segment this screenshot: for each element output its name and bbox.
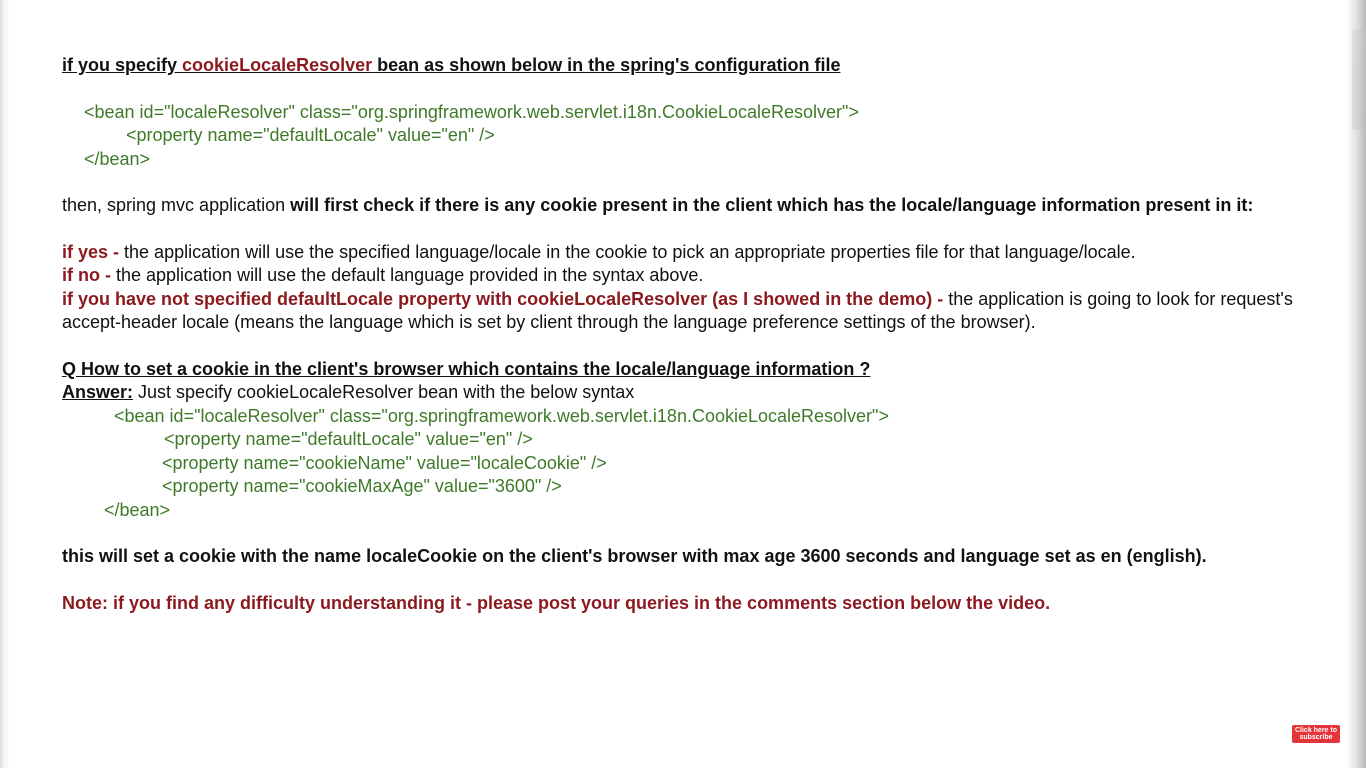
answer-label: Answer: — [62, 382, 134, 402]
heading-post: bean as shown below in the spring's conf… — [372, 55, 841, 75]
result-paragraph: this will set a cookie with the name loc… — [62, 546, 1207, 566]
code-line: <property name="defaultLocale" value="en… — [126, 125, 495, 145]
code-line: </bean> — [104, 499, 171, 520]
intro-plain: then, spring mvc application — [62, 195, 291, 215]
edge-shadow — [1352, 30, 1366, 130]
question-heading: Q How to set a cookie in the client's br… — [62, 358, 871, 379]
subscribe-line1: Click here to — [1294, 727, 1337, 734]
if-no-line: if no - the application will use the def… — [62, 264, 1302, 288]
answer-line: Answer: Just specify cookieLocaleResolve… — [62, 381, 1302, 405]
no-default-label: if you have not specified defaultLocale … — [62, 288, 949, 309]
subscribe-button[interactable]: Click here to subscribe — [1292, 725, 1340, 743]
if-yes-line: if yes - the application will use the sp… — [62, 241, 1302, 265]
code-line: <property name="cookieMaxAge" value="360… — [162, 476, 562, 496]
code-line: <property name="defaultLocale" value="en… — [164, 429, 533, 449]
answer-text: Just specify cookieLocaleResolver bean w… — [133, 382, 635, 402]
if-yes-label: if yes - — [62, 241, 125, 262]
note-line: Note: if you find any difficulty underst… — [62, 592, 1051, 613]
section1-heading: if you specify cookieLocaleResolver bean… — [62, 54, 1302, 78]
code-line: <bean id="localeResolver" class="org.spr… — [84, 101, 859, 122]
intro-bold: will first check if there is any cookie … — [290, 195, 1254, 215]
intro-paragraph: then, spring mvc application will first … — [62, 194, 1302, 218]
heading-term: cookieLocaleResolver — [182, 55, 373, 75]
subscribe-line2: subscribe — [1299, 734, 1333, 741]
heading-pre: if you specify — [62, 55, 183, 75]
code-line: <bean id="localeResolver" class="org.spr… — [114, 405, 889, 426]
slide-content: if you specify cookieLocaleResolver bean… — [62, 54, 1302, 615]
if-no-text: the application will use the default lan… — [115, 265, 704, 285]
code-line: <property name="cookieName" value="local… — [162, 452, 607, 473]
if-yes-text: the application will use the specified l… — [124, 241, 1136, 262]
code-line: </bean> — [84, 148, 151, 169]
if-no-label: if no - — [62, 265, 116, 285]
no-default-paragraph: if you have not specified defaultLocale … — [62, 288, 1302, 335]
